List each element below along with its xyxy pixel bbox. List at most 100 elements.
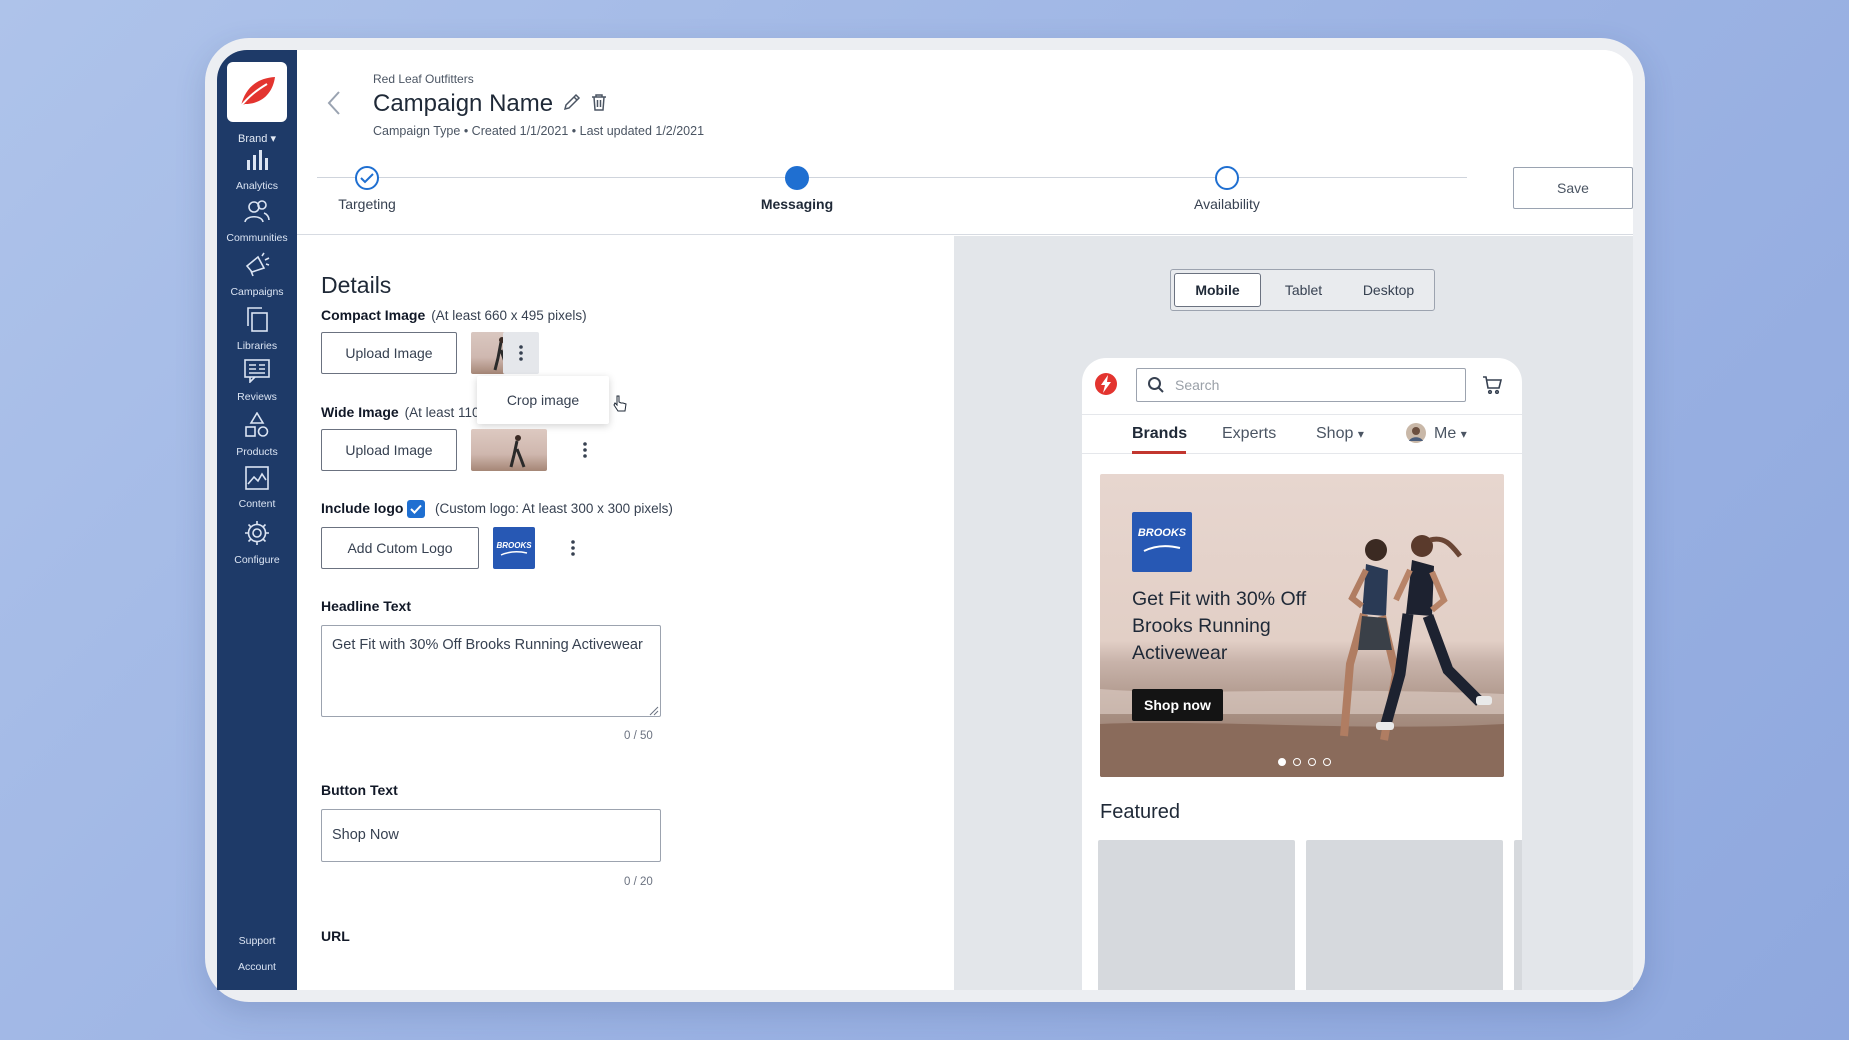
preview-tab-brands[interactable]: Brands xyxy=(1132,425,1187,443)
upload-wide-image-button[interactable]: Upload Image xyxy=(321,429,457,471)
carousel-dots xyxy=(1278,758,1331,766)
compact-image-menu-button[interactable] xyxy=(503,332,539,374)
field-label-text: Wide Image xyxy=(321,404,399,420)
kebab-icon xyxy=(519,345,523,361)
headline-textarea[interactable]: Get Fit with 30% Off Brooks Running Acti… xyxy=(321,625,661,717)
meta-separator: • xyxy=(571,124,580,138)
brand-switcher[interactable]: Brand ▾ xyxy=(217,132,297,145)
carousel-dot[interactable] xyxy=(1323,758,1331,766)
search-placeholder: Search xyxy=(1175,377,1220,393)
sidebar-item-communities[interactable]: Communities xyxy=(217,200,297,246)
sidebar-item-support[interactable]: Support xyxy=(217,935,297,947)
sidebar-item-label: Analytics xyxy=(235,180,278,192)
button-text-input[interactable]: Shop Now xyxy=(321,809,661,862)
carousel-dot[interactable] xyxy=(1293,758,1301,766)
sidebar-item-label: Communities xyxy=(226,232,288,244)
brand-switcher-label: Brand xyxy=(238,133,268,145)
stepper-track xyxy=(317,177,1467,178)
cart-icon xyxy=(1483,376,1502,394)
bolt-logo-icon xyxy=(1095,373,1117,395)
meta-separator: • xyxy=(463,124,472,138)
device-desktop-button[interactable]: Desktop xyxy=(1346,273,1431,307)
logo-menu-button[interactable] xyxy=(555,527,591,569)
sidebar-item-label: Libraries xyxy=(236,340,278,352)
preview-tab-shop[interactable]: Shop ▾ xyxy=(1316,425,1364,443)
chevron-down-icon: ▾ xyxy=(1460,427,1467,441)
wide-image-thumbnail[interactable] xyxy=(471,429,547,471)
featured-card[interactable] xyxy=(1306,840,1503,990)
step-label: Availability xyxy=(1194,196,1260,212)
step-messaging[interactable]: Messaging xyxy=(737,166,857,212)
preview-tab-label: Shop xyxy=(1316,425,1354,442)
menu-item-crop-image[interactable]: Crop image xyxy=(507,392,579,408)
step-targeting[interactable]: Targeting xyxy=(307,166,427,212)
headline-text-label: Headline Text xyxy=(321,598,411,614)
active-tab-indicator xyxy=(1132,451,1186,454)
field-label-text: Compact Image xyxy=(321,307,426,323)
review-icon xyxy=(244,359,270,383)
kebab-icon xyxy=(583,442,587,458)
back-button[interactable] xyxy=(327,90,341,121)
sidebar-item-analytics[interactable]: Analytics xyxy=(217,148,297,194)
sidebar-item-content[interactable]: Content xyxy=(217,466,297,512)
preview-nav-tabs: Brands Experts Shop ▾ Me ▾ xyxy=(1082,414,1522,454)
save-button[interactable]: Save xyxy=(1513,167,1633,209)
resize-handle-icon xyxy=(649,706,659,716)
add-custom-logo-button[interactable]: Add Cutom Logo xyxy=(321,527,479,569)
carousel-dot[interactable] xyxy=(1278,758,1286,766)
step-availability[interactable]: Availability xyxy=(1167,166,1287,212)
device-tablet-button[interactable]: Tablet xyxy=(1261,273,1346,307)
preview-search-input[interactable]: Search xyxy=(1136,368,1466,402)
hero-shop-now-button[interactable]: Shop now xyxy=(1132,689,1223,721)
campaign-type: Campaign Type xyxy=(373,124,461,138)
hero-brand-logo: BROOKS xyxy=(1132,512,1192,572)
pencil-icon xyxy=(564,93,581,110)
logo-thumb-text: BROOKS xyxy=(496,540,532,550)
hero-headline: Get Fit with 30% Off Brooks Running Acti… xyxy=(1132,588,1307,664)
carousel-dot[interactable] xyxy=(1308,758,1316,766)
sidebar-item-label: Reviews xyxy=(237,391,277,403)
featured-card[interactable] xyxy=(1098,840,1295,990)
gear-icon xyxy=(245,521,269,545)
sidebar-item-label: Configure xyxy=(234,554,280,566)
sidebar-item-configure[interactable]: Configure xyxy=(217,520,297,568)
url-label: URL xyxy=(321,928,350,944)
sidebar-item-libraries[interactable]: Libraries xyxy=(217,306,297,354)
campaign-header: Red Leaf Outfitters Campaign Name Campai… xyxy=(297,50,1633,235)
include-logo-label: Include logo xyxy=(321,500,404,516)
upcoming-step-dot xyxy=(1215,166,1239,190)
brooks-swoosh-icon xyxy=(1143,545,1181,552)
section-heading: Details xyxy=(321,272,392,298)
sidebar-item-account[interactable]: Account xyxy=(217,961,297,973)
preview-tab-experts[interactable]: Experts xyxy=(1222,425,1276,443)
sidebar-item-reviews[interactable]: Reviews xyxy=(217,359,297,405)
hero-logo-text: BROOKS xyxy=(1137,527,1187,539)
chevron-down-icon: ▾ xyxy=(1357,427,1364,441)
preview-panel: Mobile Tablet Desktop Search Brands Expe… xyxy=(954,236,1633,990)
button-text-label: Button Text xyxy=(321,782,398,798)
field-note: (At least 660 x 495 pixels) xyxy=(431,308,587,323)
wide-image-menu-button[interactable] xyxy=(567,429,603,471)
sidebar-item-label: Products xyxy=(236,446,278,458)
megaphone-icon xyxy=(245,252,270,277)
upload-compact-image-button[interactable]: Upload Image xyxy=(321,332,457,374)
brand-logo[interactable] xyxy=(227,62,287,122)
sidebar-item-campaigns[interactable]: Campaigns xyxy=(217,252,297,300)
include-logo-checkbox[interactable] xyxy=(407,500,425,518)
step-label: Messaging xyxy=(760,196,834,212)
featured-card[interactable] xyxy=(1514,840,1522,990)
sidebar-item-products[interactable]: Products xyxy=(217,412,297,460)
brooks-swoosh-icon xyxy=(500,550,528,556)
leaf-logo-icon xyxy=(240,77,275,107)
search-icon xyxy=(1148,377,1164,393)
device-mobile-button[interactable]: Mobile xyxy=(1174,273,1261,307)
preview-tab-me[interactable]: Me ▾ xyxy=(1434,425,1467,443)
edit-button[interactable] xyxy=(563,93,581,116)
hero-banner[interactable]: BROOKS Get Fit with 30% Off Brooks Runni… xyxy=(1100,474,1504,777)
logo-thumbnail[interactable]: BROOKS xyxy=(493,527,535,569)
featured-heading: Featured xyxy=(1100,801,1181,823)
button-text-counter: 0 / 20 xyxy=(624,876,653,888)
avatar xyxy=(1406,423,1426,443)
users-icon xyxy=(244,200,270,223)
delete-button[interactable] xyxy=(591,93,607,116)
